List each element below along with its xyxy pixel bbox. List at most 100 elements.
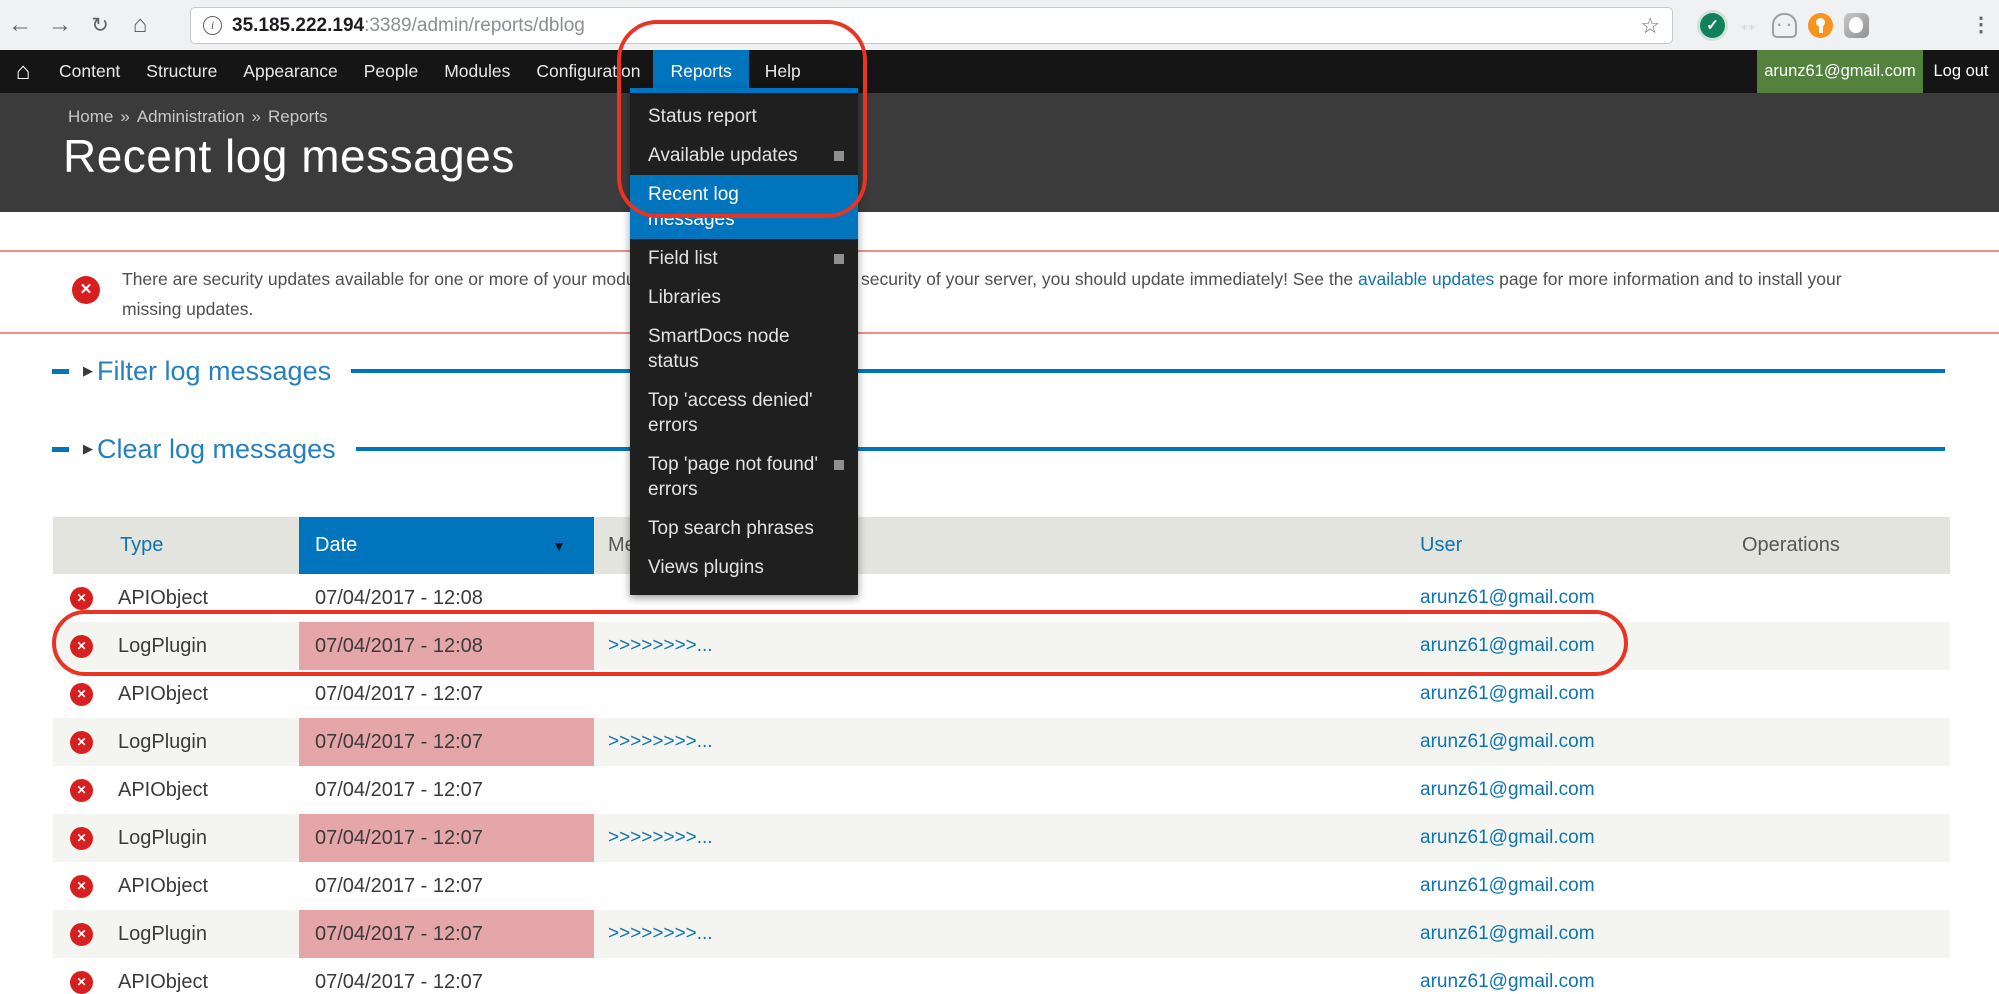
cell-operations [1700,670,1950,718]
cell-operations [1700,862,1950,910]
cell-severity: ✕ [53,670,110,718]
cell-date: 07/04/2017 - 12:07 [299,766,594,814]
menu-item-label: Top search phrases [648,516,820,541]
chrome-menu-icon[interactable]: ⋮ [1971,12,1991,37]
filter-log-messages-toggle[interactable]: Filter log messages [97,356,331,387]
cell-severity: ✕ [53,766,110,814]
reload-icon[interactable]: ↻ [80,13,120,38]
cell-date: 07/04/2017 - 12:07 [299,814,594,862]
cell-user: arunz61@gmail.com [1410,910,1700,958]
screen: ← → ↻ ⌂ i 35.185.222.194 :3389/admin/rep… [0,0,1999,994]
toolbar-item-help[interactable]: Help [749,50,817,93]
menu-item-recent-log-messages[interactable]: Recent log messages [630,175,858,239]
user-link[interactable]: arunz61@gmail.com [1420,923,1595,945]
toolbar-item-reports[interactable]: Reports [653,50,748,93]
chrome-home-icon[interactable]: ⌂ [120,11,160,39]
cell-date: 07/04/2017 - 12:07 [299,910,594,958]
menu-item-label: Available updates [648,143,820,168]
header-operations: Operations [1700,517,1950,574]
menu-item-status-report[interactable]: Status report [630,97,858,136]
available-updates-link[interactable]: available updates [1358,269,1494,289]
toolbar-item-appearance[interactable]: Appearance [230,50,350,93]
cell-message [594,670,1410,718]
user-link[interactable]: arunz61@gmail.com [1420,683,1595,705]
toolbar-item-configuration[interactable]: Configuration [523,50,653,93]
menu-item-smartdocs-node-status[interactable]: SmartDocs node status [630,317,858,381]
menu-item-top-search-phrases[interactable]: Top search phrases [630,509,858,548]
extensions-bar: ✓ ⁎⁎ [1700,0,1869,50]
cell-operations [1700,814,1950,862]
page-info-icon[interactable]: i [203,16,222,35]
table-row: ✕APIObject07/04/2017 - 12:07arunz61@gmai… [53,862,1950,910]
account-button[interactable]: arunz61@gmail.com [1757,50,1923,93]
menu-item-available-updates[interactable]: Available updates [630,136,858,175]
drupal-home-icon[interactable]: ⌂ [0,50,46,93]
cell-user: arunz61@gmail.com [1410,766,1700,814]
fieldset-rule [351,369,1945,373]
cell-severity: ✕ [53,814,110,862]
toolbar-item-people[interactable]: People [351,50,432,93]
error-icon: ✕ [70,683,93,706]
cell-user: arunz61@gmail.com [1410,958,1700,994]
breadcrumb-administration[interactable]: Administration [137,107,245,126]
user-link[interactable]: arunz61@gmail.com [1420,731,1595,753]
collapsed-arrow-icon[interactable]: ▶ [83,363,93,379]
header-user: User [1410,517,1700,574]
menu-item-badge-icon [834,254,844,264]
menu-item-views-plugins[interactable]: Views plugins [630,548,858,587]
message-link[interactable]: >>>>>>>>... [608,923,713,945]
fieldset-dash [52,447,69,452]
menu-item-libraries[interactable]: Libraries [630,278,858,317]
toolbar-item-structure[interactable]: Structure [133,50,230,93]
cell-severity: ✕ [53,622,110,670]
user-link[interactable]: arunz61@gmail.com [1420,635,1595,657]
ghost-extension-icon[interactable] [1772,13,1797,38]
collapsed-arrow-icon[interactable]: ▶ [83,441,93,457]
message-link[interactable]: >>>>>>>>... [608,635,713,657]
openvpn-extension-icon[interactable] [1808,13,1833,38]
sort-desc-icon[interactable]: ▼ [552,538,566,554]
table-row: ✕LogPlugin07/04/2017 - 12:07>>>>>>>>...a… [53,814,1950,862]
breadcrumb-separator: » [252,107,261,126]
breadcrumb-reports[interactable]: Reports [268,107,328,126]
sort-user-link[interactable]: User [1420,534,1462,557]
cell-operations [1700,958,1950,994]
clear-log-messages-toggle[interactable]: Clear log messages [97,434,336,465]
logout-button[interactable]: Log out [1923,50,1999,93]
cell-type: APIObject [110,958,299,994]
sort-type-link[interactable]: Type [120,534,163,557]
user-link[interactable]: arunz61@gmail.com [1420,875,1595,897]
table-row: ✕LogPlugin07/04/2017 - 12:07>>>>>>>>...a… [53,910,1950,958]
menu-item-badge-icon [834,460,844,470]
breadcrumb: Home»Administration»Reports [68,107,328,127]
menu-item-field-list[interactable]: Field list [630,239,858,278]
bookmark-star-icon[interactable]: ☆ [1640,13,1660,39]
menu-item-top-page-not-found-errors[interactable]: Top 'page not found' errors [630,445,858,509]
user-link[interactable]: arunz61@gmail.com [1420,779,1595,801]
toolbar-item-modules[interactable]: Modules [431,50,523,93]
clear-fieldset: ▶ Clear log messages [52,429,1945,469]
cell-type: APIObject [110,574,299,622]
screenshot-extension-icon[interactable] [1844,13,1869,38]
log-table: Type Date ▼ Message User Operations ✕API… [53,517,1950,994]
error-icon: ✕ [70,827,93,850]
breadcrumb-home[interactable]: Home [68,107,113,126]
cell-severity: ✕ [53,910,110,958]
forward-icon[interactable]: → [40,11,80,39]
user-link[interactable]: arunz61@gmail.com [1420,971,1595,993]
security-warning-text: There are security updates available for… [122,264,1934,324]
user-link[interactable]: arunz61@gmail.com [1420,587,1595,609]
faded-extension-icon[interactable]: ⁎⁎ [1736,13,1761,38]
back-icon[interactable]: ← [0,11,40,39]
cell-severity: ✕ [53,574,110,622]
menu-item-top-access-denied-errors[interactable]: Top 'access denied' errors [630,381,858,445]
address-bar[interactable]: i 35.185.222.194 :3389/admin/reports/dbl… [190,7,1673,44]
sort-date-link[interactable]: Date [315,534,357,557]
cell-type: APIObject [110,862,299,910]
cell-date: 07/04/2017 - 12:07 [299,862,594,910]
user-link[interactable]: arunz61@gmail.com [1420,827,1595,849]
message-link[interactable]: >>>>>>>>... [608,827,713,849]
toolbar-item-content[interactable]: Content [46,50,133,93]
adblock-check-extension-icon[interactable]: ✓ [1700,13,1725,38]
message-link[interactable]: >>>>>>>>... [608,731,713,753]
